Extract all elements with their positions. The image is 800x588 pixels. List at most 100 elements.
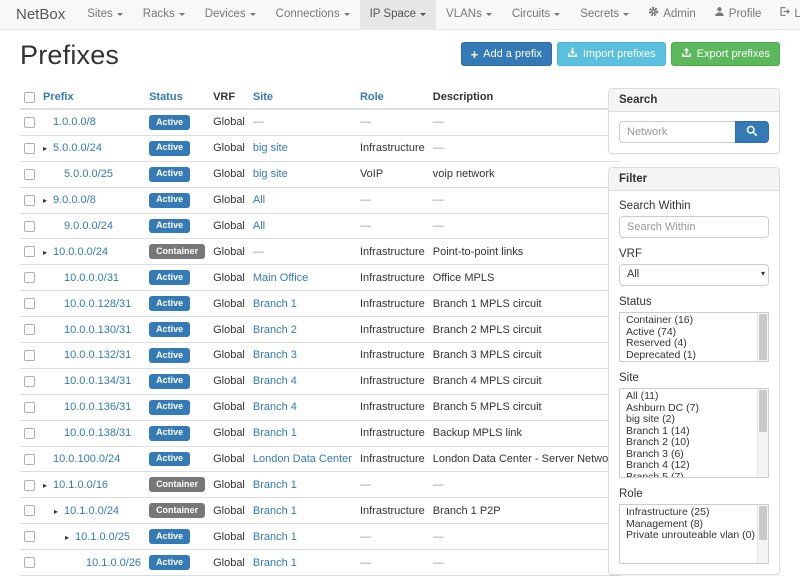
export-prefixes-button[interactable]: Export prefixes [671, 42, 780, 66]
prefix-link[interactable]: 10.0.0.0/24 [53, 246, 108, 258]
site-link[interactable]: Branch 1 [253, 479, 297, 491]
site-listbox[interactable]: All (11)Ashburn DC (7)big site (2)Branch… [619, 388, 769, 478]
row-checkbox[interactable] [24, 480, 35, 491]
site-option-branch-3-6[interactable]: Branch 3 (6) [620, 449, 756, 461]
expand-caret-icon[interactable]: ▸ [65, 533, 75, 542]
site-link[interactable]: Branch 4 [253, 375, 297, 387]
nav-item-log-out[interactable]: Log out [770, 0, 800, 29]
prefix-link[interactable]: 10.0.0.136/31 [64, 401, 131, 413]
prefix-link[interactable]: 9.0.0.0/8 [53, 194, 96, 206]
site-link[interactable]: Branch 1 [253, 427, 297, 439]
nav-item-sites[interactable]: Sites [77, 0, 133, 29]
site-link[interactable]: Branch 2 [253, 324, 297, 336]
site-option-all-11[interactable]: All (11) [620, 391, 756, 403]
site-link[interactable]: Branch 4 [253, 401, 297, 413]
role-option-infrastructure-25[interactable]: Infrastructure (25) [620, 507, 756, 519]
prefix-link[interactable]: 10.0.0.0/31 [64, 272, 119, 284]
prefix-link[interactable]: 5.0.0.0/25 [64, 168, 113, 180]
row-checkbox[interactable] [24, 324, 35, 335]
nav-item-connections[interactable]: Connections [266, 0, 360, 29]
site-link[interactable]: All [253, 194, 265, 206]
site-link[interactable]: Main Office [253, 272, 308, 284]
row-checkbox[interactable] [24, 557, 35, 568]
row-checkbox[interactable] [24, 272, 35, 283]
expand-caret-icon[interactable]: ▸ [43, 481, 53, 490]
nav-item-devices[interactable]: Devices [195, 0, 266, 29]
row-checkbox[interactable] [24, 376, 35, 387]
expand-caret-icon[interactable]: ▸ [43, 196, 53, 205]
import-prefixes-button[interactable]: Import prefixes [557, 42, 666, 66]
nav-item-racks[interactable]: Racks [133, 0, 195, 29]
prefix-link[interactable]: 10.1.0.0/25 [75, 531, 130, 543]
sidebar: Search Filter Search Within VRF [608, 88, 780, 588]
site-option-branch-4-12[interactable]: Branch 4 (12) [620, 460, 756, 472]
nav-item-ip-space[interactable]: IP Space [360, 0, 436, 29]
status-option-container-16[interactable]: Container (16) [620, 315, 756, 327]
row-checkbox[interactable] [24, 117, 35, 128]
search-within-input[interactable] [619, 216, 769, 238]
column-header-prefix[interactable]: Prefix [39, 88, 145, 109]
row-checkbox[interactable] [24, 350, 35, 361]
nav-item-vlans[interactable]: VLANs [436, 0, 502, 29]
row-checkbox[interactable] [24, 195, 35, 206]
status-listbox[interactable]: Container (16)Active (74)Reserved (4)Dep… [619, 312, 769, 362]
site-option-branch-5-7[interactable]: Branch 5 (7) [620, 472, 756, 479]
prefix-link[interactable]: 5.0.0.0/24 [53, 142, 102, 154]
column-header-status[interactable]: Status [145, 88, 209, 109]
prefix-link[interactable]: 10.1.0.0/16 [53, 479, 108, 491]
prefix-link[interactable]: 9.0.0.0/24 [64, 220, 113, 232]
expand-caret-icon[interactable]: ▸ [54, 507, 64, 516]
site-link[interactable]: Branch 3 [253, 349, 297, 361]
prefix-link[interactable]: 10.1.0.0/26 [86, 557, 141, 569]
site-link[interactable]: All [253, 220, 265, 232]
prefix-link[interactable]: 10.0.100.0/24 [53, 453, 120, 465]
role-option-management-8[interactable]: Management (8) [620, 519, 756, 531]
nav-item-circuits[interactable]: Circuits [502, 0, 570, 29]
brand-netbox[interactable]: NetBox [10, 0, 77, 29]
row-checkbox[interactable] [24, 454, 35, 465]
row-checkbox[interactable] [24, 428, 35, 439]
role-option-private-unrouteable-vlan-0[interactable]: Private unrouteable vlan (0) [620, 530, 756, 542]
site-link[interactable]: London Data Center [253, 453, 352, 465]
status-option-deprecated-1[interactable]: Deprecated (1) [620, 350, 756, 362]
status-badge: Active [149, 348, 190, 363]
nav-item-profile[interactable]: Profile [705, 0, 771, 29]
site-link[interactable]: Branch 1 [253, 531, 297, 543]
search-button[interactable] [735, 121, 769, 143]
search-input[interactable] [619, 121, 735, 143]
select-all-checkbox[interactable] [24, 92, 35, 103]
site-link[interactable]: big site [253, 142, 288, 154]
site-link[interactable]: Branch 1 [253, 557, 297, 569]
vrf-select[interactable]: All ▾ [619, 264, 769, 286]
prefix-link[interactable]: 1.0.0.0/8 [53, 116, 96, 128]
prefix-link[interactable]: 10.0.0.132/31 [64, 349, 131, 361]
site-link[interactable]: big site [253, 168, 288, 180]
expand-caret-icon[interactable]: ▸ [43, 144, 53, 153]
prefix-link[interactable]: 10.0.0.138/31 [64, 427, 131, 439]
site-option-branch-2-10[interactable]: Branch 2 (10) [620, 437, 756, 449]
row-checkbox[interactable] [24, 246, 35, 257]
prefix-link[interactable]: 10.0.0.134/31 [64, 375, 131, 387]
row-checkbox[interactable] [24, 221, 35, 232]
row-checkbox[interactable] [24, 169, 35, 180]
row-checkbox[interactable] [24, 143, 35, 154]
prefix-link[interactable]: 10.0.0.128/31 [64, 298, 131, 310]
row-checkbox[interactable] [24, 531, 35, 542]
empty-value-dash: — [433, 142, 444, 154]
nav-item-secrets[interactable]: Secrets [570, 0, 639, 29]
nav-item-admin[interactable]: Admin [639, 0, 705, 29]
add-prefix-button[interactable]: + Add a prefix [461, 42, 552, 66]
status-option-active-74[interactable]: Active (74) [620, 327, 756, 339]
column-header-site[interactable]: Site [249, 88, 356, 109]
role-listbox[interactable]: Infrastructure (25)Management (8)Private… [619, 504, 769, 564]
status-option-reserved-4[interactable]: Reserved (4) [620, 338, 756, 350]
site-option-branch-1-14[interactable]: Branch 1 (14) [620, 426, 756, 438]
site-link[interactable]: Branch 1 [253, 298, 297, 310]
prefix-link[interactable]: 10.0.0.130/31 [64, 324, 131, 336]
row-checkbox[interactable] [24, 298, 35, 309]
column-header-role[interactable]: Role [356, 88, 429, 109]
row-checkbox[interactable] [24, 402, 35, 413]
site-option-ashburn-dc-7[interactable]: Ashburn DC (7) [620, 403, 756, 415]
expand-caret-icon[interactable]: ▸ [43, 248, 53, 257]
site-option-big-site-2[interactable]: big site (2) [620, 414, 756, 426]
